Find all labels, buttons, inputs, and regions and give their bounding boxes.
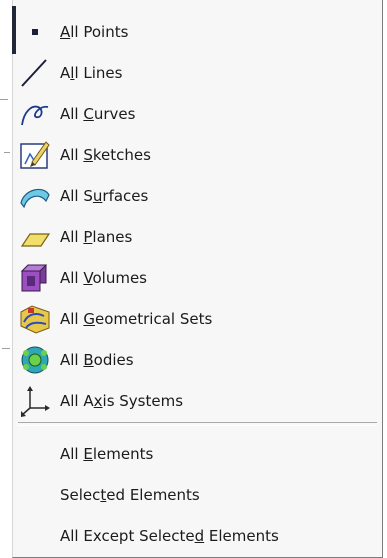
menu-item-all-geometrical-sets[interactable]: All Geometrical Sets [18, 300, 377, 338]
menu-item-all-curves[interactable]: All Curves [18, 95, 377, 133]
menu-separator [18, 422, 377, 426]
menu-item-all-lines[interactable]: All Lines [18, 54, 377, 92]
menu-item-label: Selected Elements [60, 486, 200, 504]
background-edge-mark [4, 152, 10, 153]
menu-left-accent [12, 6, 16, 54]
sketch-icon [18, 138, 52, 172]
menu-item-label: All Planes [60, 228, 133, 246]
background-edge-mark [0, 99, 8, 100]
menu-item-label: All Sketches [60, 146, 151, 164]
menu-item-all-surfaces[interactable]: All Surfaces [18, 177, 377, 215]
point-icon [18, 15, 52, 49]
axis-system-icon [18, 384, 52, 418]
menu-item-label: All Axis Systems [60, 392, 184, 410]
menu-item-label: All Lines [60, 64, 123, 82]
menu-item-label: All Curves [60, 105, 136, 123]
volume-icon [18, 261, 52, 295]
geometrical-set-icon [18, 302, 52, 336]
menu-item-all-points[interactable]: All Points [18, 13, 377, 51]
menu-item-selected-elements[interactable]: Selected Elements [18, 476, 377, 514]
menu-item-all-bodies[interactable]: All Bodies [18, 341, 377, 379]
menu-item-all-axis-systems[interactable]: All Axis Systems [18, 382, 377, 420]
menu-item-label: All Elements [60, 445, 154, 463]
menu-item-label: All Except Selected Elements [60, 527, 279, 545]
surface-icon [18, 179, 52, 213]
body-icon [18, 343, 52, 377]
menu-item-all-elements[interactable]: All Elements [18, 435, 377, 473]
menu-item-all-except-selected-elements[interactable]: All Except Selected Elements [18, 517, 377, 555]
context-menu: All Points All Lines All Curves All Sket… [12, 0, 383, 558]
menu-item-label: All Volumes [60, 269, 147, 287]
menu-item-label: All Bodies [60, 351, 134, 369]
background-edge-mark [2, 348, 10, 349]
menu-item-all-planes[interactable]: All Planes [18, 218, 377, 256]
plane-icon [18, 220, 52, 254]
curve-icon [18, 97, 52, 131]
menu-item-label: All Surfaces [60, 187, 149, 205]
line-icon [18, 56, 52, 90]
menu-item-label: All Points [60, 23, 129, 41]
menu-item-all-volumes[interactable]: All Volumes [18, 259, 377, 297]
menu-item-label: All Geometrical Sets [60, 310, 213, 328]
menu-item-all-sketches[interactable]: All Sketches [18, 136, 377, 174]
